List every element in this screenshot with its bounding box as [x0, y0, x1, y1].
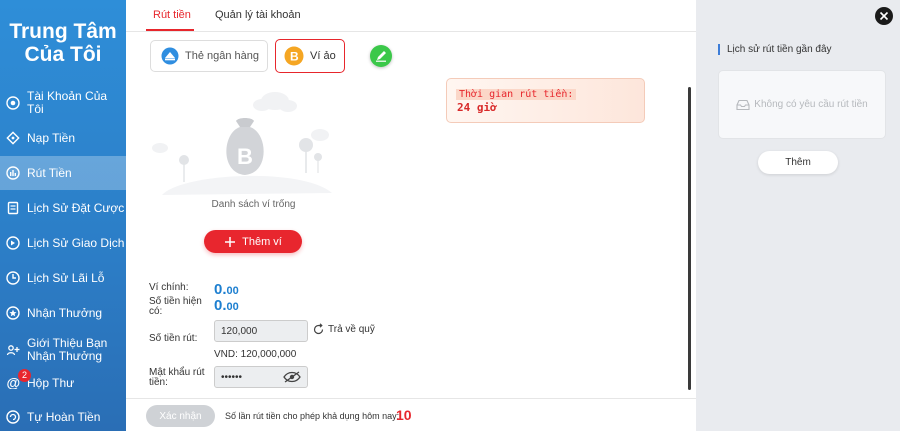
method-e-wallet-label: Ví ảo	[310, 50, 336, 62]
password-input[interactable]: ••••••	[214, 366, 308, 388]
footer: Xác nhận Số lần rút tiền cho phép khả dụ…	[126, 398, 696, 431]
sidebar-item-withdraw[interactable]: Rút Tiền	[0, 156, 126, 190]
transaction-history-icon	[6, 236, 20, 250]
tab-bar: Rút tiền Quản lý tài khoản	[126, 0, 696, 32]
vnd-conversion: VND: 120,000,000	[214, 349, 297, 360]
app-root: Trung Tâm Của Tôi Tài Khoản Của Tôi Nạp …	[0, 0, 900, 431]
empty-wallet-illustration: B	[152, 92, 332, 195]
sidebar-item-label: Lịch Sử Đặt Cược	[27, 200, 125, 215]
password-value: ••••••	[221, 371, 243, 383]
tab-account-management[interactable]: Quản lý tài khoản	[215, 9, 301, 21]
notice-value: 24 giờ	[457, 101, 497, 114]
sidebar-item-label: Giới Thiệu Bạn Nhận Thưởng	[27, 336, 108, 363]
history-empty-card: Không có yêu cầu rút tiền	[718, 70, 886, 139]
refresh-icon	[313, 323, 324, 335]
bitcoin-icon: B	[284, 46, 304, 66]
sidebar-item-account[interactable]: Tài Khoản Của Tôi	[0, 86, 126, 120]
current-amount-int: 0.	[214, 297, 227, 314]
sidebar-item-label: Hộp Thư	[27, 375, 75, 390]
sidebar-item-auto-refund[interactable]: Tự Hoàn Tiền	[0, 400, 126, 431]
mailbox-icon-wrap: @ 2	[0, 368, 31, 392]
pencil-icon	[376, 51, 386, 62]
current-amount-label-2: có:	[149, 306, 163, 317]
scrollbar[interactable]	[688, 87, 691, 390]
sidebar-item-referral[interactable]: Giới Thiệu Bạn Nhận Thưởng	[0, 330, 126, 370]
svg-text:B: B	[290, 50, 299, 64]
svg-text:B: B	[237, 144, 253, 169]
auto-refund-icon	[6, 410, 20, 424]
close-button[interactable]	[875, 7, 893, 25]
withdraw-time-notice: Thời gian rút tiền: 24 giờ	[446, 78, 645, 123]
eye-hidden-icon[interactable]	[283, 371, 301, 383]
confirm-button[interactable]: Xác nhận	[146, 405, 215, 427]
withdraw-amount-input[interactable]: 120,000	[214, 320, 308, 342]
main-wallet-dec: 00	[226, 285, 239, 297]
add-wallet-label: Thêm ví	[242, 235, 282, 248]
password-label-2: tiền:	[149, 377, 168, 388]
sidebar-item-mailbox[interactable]: @ 2 Hộp Thư	[0, 366, 126, 400]
main-wallet-label: Ví chính:	[149, 282, 189, 293]
empty-inbox-icon	[736, 99, 750, 110]
close-icon	[879, 11, 889, 21]
method-bank-card-label: Thẻ ngân hàng	[185, 50, 260, 62]
withdraw-limit-text: Số lần rút tiền cho phép khả dụng hôm na…	[225, 411, 400, 421]
reward-icon	[6, 306, 20, 320]
sidebar-item-profit-loss[interactable]: Lịch Sử Lãi Lỗ	[0, 261, 126, 295]
sidebar-item-label: Lịch Sử Lãi Lỗ	[27, 270, 105, 285]
refund-label: Trả về quỹ	[328, 324, 375, 335]
current-amount: 0.00	[214, 297, 239, 315]
sidebar-item-label: Rút Tiền	[27, 165, 72, 180]
sidebar-title-line1: Trung Tâm	[9, 20, 117, 43]
sidebar-item-reward[interactable]: Nhận Thưởng	[0, 296, 126, 330]
withdraw-icon	[6, 166, 20, 180]
sidebar-item-label: Tự Hoàn Tiền	[27, 409, 101, 424]
sidebar-item-deposit[interactable]: Nạp Tiền	[0, 121, 126, 155]
withdraw-history-panel: Lịch sử rút tiền gần đây Không có yêu cầ…	[696, 0, 900, 431]
active-tab-indicator	[146, 29, 194, 31]
withdraw-amount-label: Số tiền rút:	[149, 333, 198, 344]
current-amount-dec: 00	[226, 301, 239, 313]
notice-label: Thời gian rút tiền:	[456, 89, 577, 100]
profit-loss-icon	[6, 271, 20, 285]
referral-icon	[6, 345, 20, 356]
deposit-icon	[6, 131, 20, 145]
withdraw-panel: Rút tiền Quản lý tài khoản Thẻ ngân hàng…	[126, 0, 696, 431]
sidebar-title-line2: Của Tôi	[24, 43, 102, 66]
account-icon	[6, 96, 20, 110]
edit-wallet-button[interactable]	[370, 45, 392, 67]
mailbox-badge: 2	[18, 368, 31, 382]
sidebar-item-label: Nạp Tiền	[27, 130, 76, 145]
empty-wallet-text: Danh sách ví trống	[211, 199, 296, 210]
withdraw-limit-count: 10	[396, 407, 412, 423]
sidebar-item-bet-history[interactable]: Lịch Sử Đặt Cược	[0, 191, 126, 225]
sidebar-item-transaction-history[interactable]: Lịch Sử Giao Dịch	[0, 226, 126, 260]
sidebar: Trung Tâm Của Tôi Tài Khoản Của Tôi Nạp …	[0, 0, 126, 431]
refund-to-fund-button[interactable]: Trả về quỹ	[312, 323, 375, 336]
tab-withdraw[interactable]: Rút tiền	[153, 9, 191, 21]
method-e-wallet[interactable]: B Ví ảo	[275, 39, 345, 73]
sidebar-item-label: Nhận Thưởng	[27, 305, 103, 320]
sidebar-item-label: Lịch Sử Giao Dịch	[27, 235, 125, 250]
history-more-button[interactable]: Thêm	[758, 151, 838, 174]
main-wallet-int: 0.	[214, 281, 227, 298]
bank-card-icon	[161, 47, 179, 65]
add-wallet-button[interactable]: Thêm ví	[204, 230, 302, 253]
history-title: Lịch sử rút tiền gần đây	[718, 44, 832, 55]
bet-history-icon	[7, 201, 19, 215]
sidebar-title: Trung Tâm Của Tôi	[0, 20, 126, 66]
history-empty-text: Không có yêu cầu rút tiền	[754, 99, 868, 110]
method-bank-card[interactable]: Thẻ ngân hàng	[150, 40, 268, 72]
sidebar-item-label: Tài Khoản Của Tôi	[27, 89, 108, 116]
plus-icon	[225, 236, 236, 247]
